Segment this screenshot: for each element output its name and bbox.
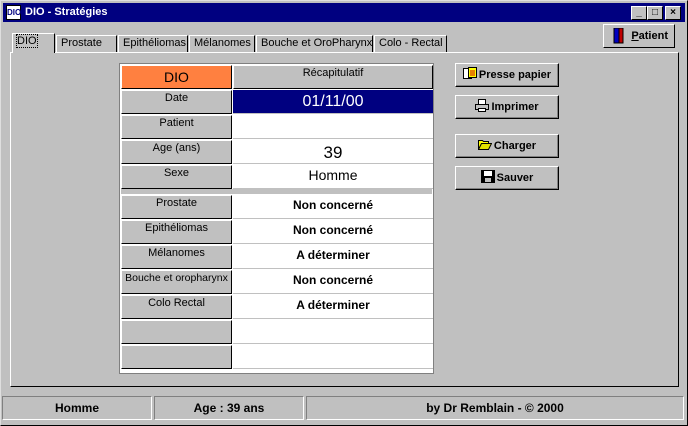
printer-icon [475, 99, 490, 112]
save-label: Sauver [496, 172, 534, 184]
minimize-icon: _ [636, 7, 642, 18]
tab-colo-rectal[interactable]: Colo - Rectal [374, 35, 447, 52]
status-age: Age : 39 ans [154, 396, 304, 420]
patient-button-label: atient [638, 30, 668, 42]
row-label-colo-rectal[interactable]: Colo Rectal [121, 295, 232, 319]
app-icon[interactable]: DIO [6, 5, 21, 20]
maximize-icon: □ [651, 7, 659, 18]
sex-value-cell[interactable]: Homme [233, 165, 433, 189]
row-label-empty[interactable] [121, 320, 232, 344]
tab-prostate[interactable]: Prostate [56, 35, 117, 52]
tab-label: Bouche et OroPharynx [261, 37, 373, 49]
clipboard-label: Presse papier [478, 69, 552, 81]
row-label-melanomes[interactable]: Mélanomes [121, 245, 232, 269]
grid-separator [121, 189, 432, 194]
summary-grid: DIO Récapitulatif Date 01/11/00 Patient … [119, 63, 434, 374]
date-value-cell[interactable]: 01/11/00 [233, 90, 433, 114]
patient-button[interactable]: Patient [603, 24, 675, 48]
row-label-date[interactable]: Date [121, 90, 232, 114]
row-label-prostate[interactable]: Prostate [121, 195, 232, 219]
status-credit: by Dr Remblain - © 2000 [306, 396, 684, 420]
floppy-disk-icon [480, 170, 495, 183]
close-icon: × [670, 7, 676, 18]
epitheliomas-value-cell[interactable]: Non concerné [233, 220, 433, 244]
tab-epitheliomas[interactable]: Epithéliomas [118, 35, 188, 52]
tab-label: Colo - Rectal [379, 37, 443, 49]
close-button[interactable]: × [665, 6, 681, 20]
empty-value-cell[interactable] [233, 345, 433, 369]
row-label-sex[interactable]: Sexe [121, 165, 232, 189]
save-button[interactable]: Sauver [455, 166, 559, 190]
load-label: Charger [493, 140, 537, 152]
title-bar[interactable]: DIO DIO - Stratégies _ □ × [3, 3, 685, 22]
patient-value-cell[interactable] [233, 115, 433, 139]
load-button[interactable]: Charger [455, 134, 559, 158]
row-label-age[interactable]: Age (ans) [121, 140, 232, 164]
folder-open-icon [477, 140, 492, 150]
row-label-epitheliomas[interactable]: Epithéliomas [121, 220, 232, 244]
patient-button-label-underlined: P [631, 30, 639, 42]
prostate-value-cell[interactable]: Non concerné [233, 195, 433, 219]
print-label: Imprimer [491, 101, 539, 113]
row-label-bouche-oropharynx[interactable]: Bouche et oropharynx [121, 270, 232, 294]
tab-bouche-oropharynx[interactable]: Bouche et OroPharynx [256, 35, 373, 52]
row-label-empty[interactable] [121, 345, 232, 369]
tab-label: Prostate [61, 37, 102, 49]
window-title: DIO - Stratégies [25, 6, 108, 18]
grid-header-recap[interactable]: Récapitulatif [233, 65, 433, 89]
tab-dio[interactable]: DIO [12, 33, 55, 53]
print-button[interactable]: Imprimer [455, 95, 559, 119]
colo-rectal-value-cell[interactable]: A déterminer [233, 295, 433, 319]
row-label-patient[interactable]: Patient [121, 115, 232, 139]
tab-label: DIO [16, 34, 38, 48]
status-sex: Homme [2, 396, 152, 420]
status-bar: Homme Age : 39 ans by Dr Remblain - © 20… [2, 396, 684, 422]
tab-melanomes[interactable]: Mélanomes [189, 35, 255, 52]
patient-icon [613, 28, 624, 44]
melanomes-value-cell[interactable]: A déterminer [233, 245, 433, 269]
age-value-cell[interactable]: 39 [233, 140, 433, 164]
maximize-button[interactable]: □ [647, 6, 663, 20]
bouche-value-cell[interactable]: Non concerné [233, 270, 433, 294]
grid-header-dio[interactable]: DIO [121, 65, 232, 89]
tab-label: Mélanomes [194, 37, 251, 49]
tab-label: Epithéliomas [123, 37, 186, 49]
minimize-button[interactable]: _ [631, 6, 647, 20]
clipboard-icon [462, 67, 477, 79]
clipboard-button[interactable]: Presse papier [455, 63, 559, 87]
empty-value-cell[interactable] [233, 320, 433, 344]
